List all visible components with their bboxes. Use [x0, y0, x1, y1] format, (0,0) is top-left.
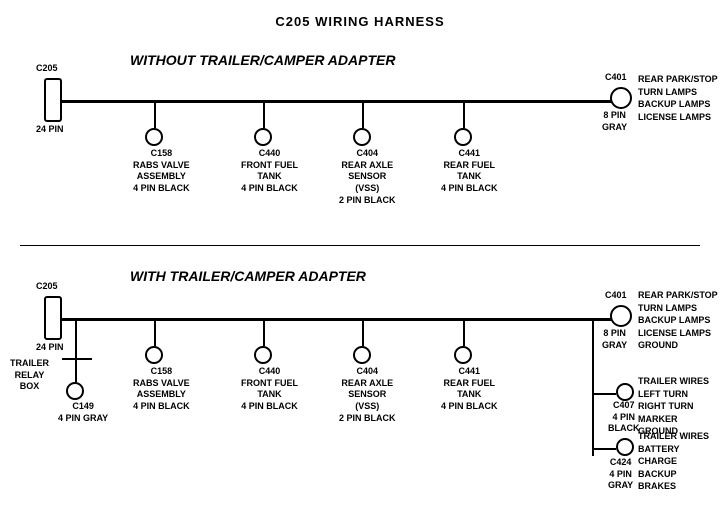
diagram: C205 WIRING HARNESS WITHOUT TRAILER/CAMP… [0, 0, 720, 517]
c440-top-label: C440FRONT FUELTANK4 PIN BLACK [241, 148, 298, 195]
c158-top-connector [145, 128, 163, 146]
c407-right-label: TRAILER WIRESLEFT TURNRIGHT TURNMARKERGR… [638, 375, 709, 438]
c424-hline [592, 448, 616, 450]
c401-top-sublabel: 8 PINGRAY [602, 110, 627, 133]
c440-bot-connector [254, 346, 272, 364]
c440-bot-label: C440FRONT FUELTANK4 PIN BLACK [241, 366, 298, 413]
c424-label: C4244 PINGRAY [608, 457, 633, 492]
c205-bot-sublabel: 24 PIN [36, 342, 64, 354]
c149-label: C1494 PIN GRAY [58, 401, 108, 424]
section1-label: WITHOUT TRAILER/CAMPER ADAPTER [130, 52, 395, 68]
c441-top-vline [463, 100, 465, 128]
c158-top-vline [154, 100, 156, 128]
c441-top-label: C441REAR FUELTANK4 PIN BLACK [441, 148, 498, 195]
c158-bot-label: C158RABS VALVEASSEMBLY4 PIN BLACK [133, 366, 190, 413]
c404-top-label: C404REAR AXLESENSOR(VSS)2 PIN BLACK [339, 148, 396, 206]
c149-vline [75, 358, 77, 382]
c205-top-label: C205 [36, 63, 58, 75]
c401-bot-connector [610, 305, 632, 327]
c401-bot-sublabel: 8 PINGRAY [602, 328, 627, 351]
c401-bot-right-label: REAR PARK/STOPTURN LAMPSBACKUP LAMPSLICE… [638, 289, 718, 352]
c407-label: C4074 PINBLACK [608, 400, 640, 435]
c424-connector [616, 438, 634, 456]
c424-right-label: TRAILER WIRESBATTERY CHARGEBACKUPBRAKES [638, 430, 720, 493]
c404-bot-label: C404REAR AXLESENSOR(VSS)2 PIN BLACK [339, 366, 396, 424]
section2-label: WITH TRAILER/CAMPER ADAPTER [130, 268, 366, 284]
c401-top-connector [610, 87, 632, 109]
c401-top-right-label: REAR PARK/STOPTURN LAMPSBACKUP LAMPSLICE… [638, 73, 718, 123]
c404-top-vline [362, 100, 364, 128]
c149-connector [66, 382, 84, 400]
c404-top-connector [353, 128, 371, 146]
c205-top-connector [44, 78, 62, 122]
c158-top-label: C158RABS VALVEASSEMBLY4 PIN BLACK [133, 148, 190, 195]
c404-bot-connector [353, 346, 371, 364]
c441-bot-connector [454, 346, 472, 364]
c440-top-connector [254, 128, 272, 146]
c441-bot-vline [463, 318, 465, 346]
page-title: C205 WIRING HARNESS [0, 6, 720, 29]
c205-bot-connector [44, 296, 62, 340]
c440-top-vline [263, 100, 265, 128]
c440-bot-vline [263, 318, 265, 346]
c441-bot-label: C441REAR FUELTANK4 PIN BLACK [441, 366, 498, 413]
trailer-relay-hline [62, 358, 92, 360]
c401-bot-label: C401 [605, 290, 627, 302]
trailer-relay-vline [75, 318, 77, 358]
bot-bus-line [62, 318, 622, 321]
divider [20, 245, 700, 246]
c407-connector [616, 383, 634, 401]
c205-bot-label: C205 [36, 281, 58, 293]
c158-bot-connector [145, 346, 163, 364]
c407-hline [592, 393, 616, 395]
c404-bot-vline [362, 318, 364, 346]
branch-vline [592, 318, 594, 456]
c401-top-label: C401 [605, 72, 627, 84]
c158-bot-vline [154, 318, 156, 346]
trailer-relay-label: TRAILERRELAYBOX [10, 358, 49, 393]
c441-top-connector [454, 128, 472, 146]
top-bus-line [62, 100, 622, 103]
c205-top-sublabel: 24 PIN [36, 124, 64, 136]
